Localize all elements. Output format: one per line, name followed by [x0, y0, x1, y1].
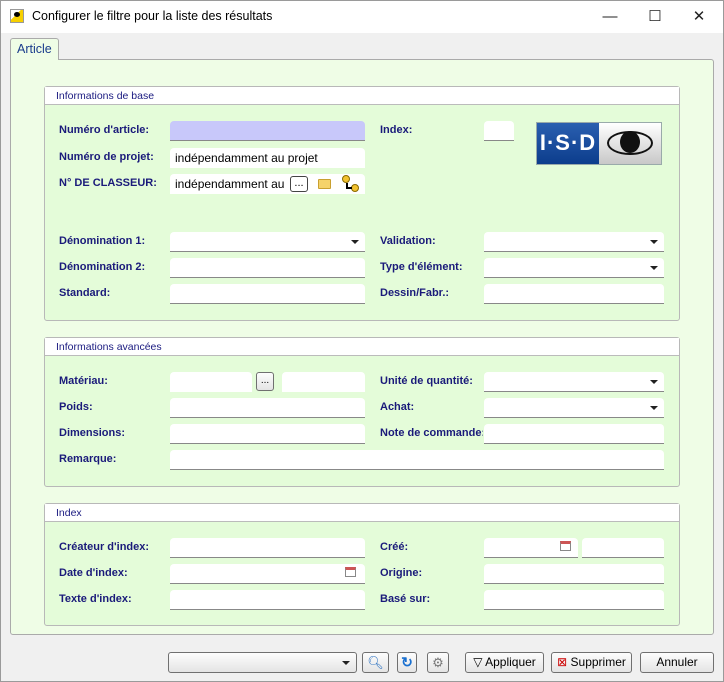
based-on-input[interactable]: [484, 590, 664, 610]
delete-label: Supprimer: [570, 655, 626, 669]
quantity-unit-label: Unité de quantité:: [380, 375, 473, 387]
material-input[interactable]: [170, 372, 252, 392]
folder-icon[interactable]: [318, 179, 331, 189]
index-creator-label: Créateur d'index:: [59, 541, 150, 553]
apply-button[interactable]: ▽ Appliquer: [465, 652, 544, 673]
search-icon: 🔍︎: [367, 655, 384, 670]
denomination2-input[interactable]: [170, 258, 365, 278]
refresh-icon: ↻: [401, 654, 413, 670]
index-text-label: Texte d'index:: [59, 593, 132, 605]
calendar-icon[interactable]: [560, 541, 571, 551]
isd-logo: I·S·D: [536, 122, 662, 165]
weight-input[interactable]: [170, 398, 365, 418]
search-save-button[interactable]: 🔍︎: [362, 652, 389, 673]
cancel-button[interactable]: Annuler: [640, 652, 714, 673]
settings-button[interactable]: ⚙: [427, 652, 449, 673]
element-type-label: Type d'élément:: [380, 261, 463, 273]
order-note-input[interactable]: [484, 424, 664, 444]
created-label: Créé:: [380, 541, 409, 553]
denomination1-label: Dénomination 1:: [59, 235, 146, 247]
index-text-input[interactable]: [170, 590, 365, 610]
based-on-label: Basé sur:: [380, 593, 431, 605]
material-description-input[interactable]: [282, 372, 365, 392]
refresh-button[interactable]: ↻: [397, 652, 417, 673]
drawing-input[interactable]: [484, 284, 664, 304]
index-date-label: Date d'index:: [59, 567, 128, 579]
folder-number-field[interactable]: indépendamment au: [170, 174, 365, 194]
index-label: Index:: [380, 124, 413, 136]
maximize-button[interactable]: ☐: [638, 5, 672, 29]
article-number-label: Numéro d'article:: [59, 124, 150, 136]
quantity-unit-dropdown[interactable]: [484, 372, 664, 392]
drawing-label: Dessin/Fabr.:: [380, 287, 450, 299]
index-creator-input[interactable]: [170, 538, 365, 558]
folder-browse-button[interactable]: ...: [290, 176, 308, 192]
origin-input[interactable]: [484, 564, 664, 584]
standard-input[interactable]: [170, 284, 365, 304]
group-title: Index: [45, 504, 679, 522]
denomination1-dropdown[interactable]: [170, 232, 365, 252]
filter-preset-dropdown[interactable]: [168, 652, 357, 673]
group-title: Informations avancées: [45, 338, 679, 356]
filter-icon: ▽: [473, 655, 486, 669]
close-button[interactable]: ✕: [682, 5, 716, 29]
filter-remove-icon: ⊠: [557, 655, 568, 669]
remark-input[interactable]: [170, 450, 664, 470]
weight-label: Poids:: [59, 401, 93, 413]
folder-value: indépendamment au: [175, 177, 285, 191]
hierarchy-icon[interactable]: [342, 175, 360, 193]
folder-number-label: N° DE CLASSEUR:: [59, 177, 157, 189]
article-number-input[interactable]: [170, 121, 365, 141]
origin-label: Origine:: [380, 567, 423, 579]
tab-article[interactable]: Article: [10, 38, 59, 60]
window-title: Configurer le filtre pour la liste des r…: [32, 9, 273, 23]
element-type-dropdown[interactable]: [484, 258, 664, 278]
order-note-label: Note de commande:: [380, 427, 483, 439]
index-date-input[interactable]: [170, 564, 365, 584]
purchase-label: Achat:: [380, 401, 415, 413]
app-icon: [10, 9, 24, 23]
remark-label: Remarque:: [59, 453, 117, 465]
material-label: Matériau:: [59, 375, 108, 387]
standard-label: Standard:: [59, 287, 111, 299]
index-input[interactable]: [484, 121, 514, 141]
validation-label: Validation:: [380, 235, 436, 247]
project-number-label: Numéro de projet:: [59, 151, 154, 163]
title-bar: Configurer le filtre pour la liste des r…: [1, 1, 723, 33]
minimize-button[interactable]: —: [593, 5, 627, 29]
validation-dropdown[interactable]: [484, 232, 664, 252]
group-title: Informations de base: [45, 87, 679, 105]
dimensions-input[interactable]: [170, 424, 365, 444]
apply-label: Appliquer: [485, 655, 536, 669]
gear-icon: ⚙: [432, 655, 444, 670]
project-number-field[interactable]: indépendamment au projet: [170, 148, 365, 168]
denomination2-label: Dénomination 2:: [59, 261, 146, 273]
delete-filter-button[interactable]: ⊠ Supprimer: [551, 652, 632, 673]
created-time-input[interactable]: [582, 538, 664, 558]
dimensions-label: Dimensions:: [59, 427, 126, 439]
purchase-dropdown[interactable]: [484, 398, 664, 418]
material-browse-button[interactable]: ...: [256, 372, 274, 391]
calendar-icon[interactable]: [345, 567, 356, 577]
